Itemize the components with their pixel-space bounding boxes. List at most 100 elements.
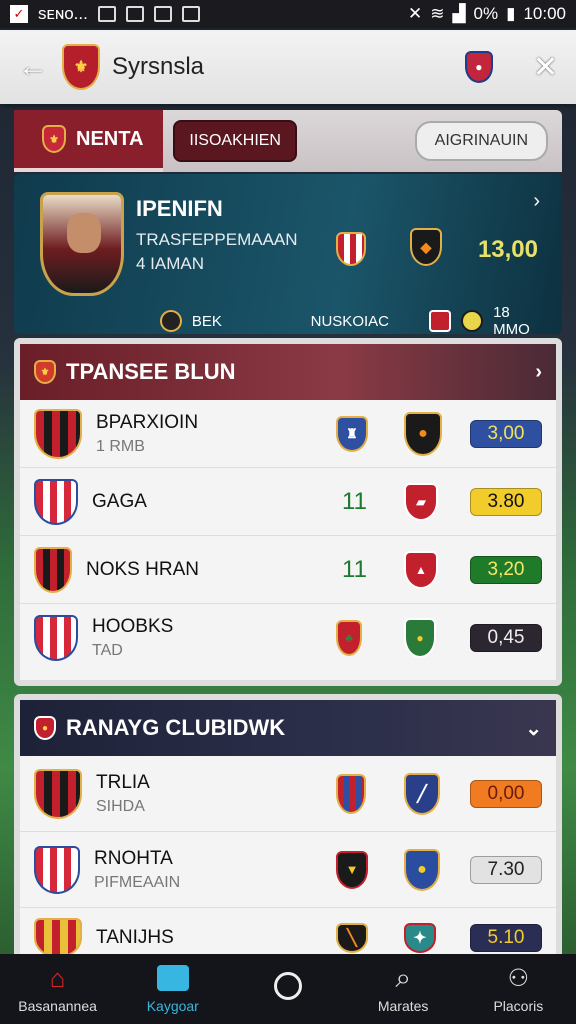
featured-transfer-card[interactable]: IPENIFN TRASFEPPEMAAAN 4 IAMAN › ◆ 13,00… — [14, 174, 562, 338]
app-bar: ← ⚜ Syrsnsla ● ✕ — [0, 30, 576, 104]
notification-icon — [97, 6, 116, 22]
shield-icon[interactable]: ● — [464, 51, 493, 83]
chevron-right-icon[interactable]: › — [533, 190, 540, 213]
tab-pill-2[interactable]: AIGRINAUIN — [414, 121, 548, 161]
odds-badge[interactable]: 3,00 — [470, 419, 542, 448]
wifi-icon: ≋ — [430, 4, 445, 23]
club-crest-icon — [34, 478, 78, 525]
panel-title: RANAYG CLUBIDWK — [66, 715, 286, 740]
club-badge-b: ✦ — [404, 923, 436, 953]
list-item[interactable]: TRLIA SIHDA ╱ 0,00 — [20, 756, 556, 832]
club-badge-a: ♜ — [336, 415, 368, 452]
panel-header[interactable]: ● RANAYG CLUBIDWK ⌄ — [20, 700, 556, 756]
clock: 10:00 — [523, 4, 566, 23]
list-item[interactable]: GAGA 11 ▰ 3.80 — [20, 468, 556, 536]
panel-header[interactable]: ⚜ TPANSEE BLUN › — [20, 344, 556, 400]
signal-icon: ▟ — [452, 4, 466, 23]
footer-item-1: BEK — [191, 312, 222, 330]
app-notification-icon: ✓ — [10, 5, 28, 23]
ranking-club-panel: ● RANAYG CLUBIDWK ⌄ TRLIA SIHDA ╱ 0,00 RN… — [14, 694, 562, 964]
item-subtitle: 1 RMB — [96, 437, 145, 455]
club-badge-to: ◆ — [410, 228, 442, 266]
nav-item-active[interactable]: Kaygoar — [118, 964, 228, 1014]
panel-crest-icon: ⚜ — [34, 360, 56, 384]
item-title: GAGA — [92, 490, 147, 512]
status-bar: ✓ sᴇɴᴏ... ✕ ≋ ▟ 0% ▮ 10:00 — [0, 0, 576, 28]
odds-badge[interactable]: 5.10 — [470, 924, 542, 952]
nav-item-home[interactable]: ⌂ Basanannea — [3, 963, 113, 1015]
club-badge-b: ▲ — [404, 550, 438, 589]
tv-icon — [156, 964, 189, 992]
players-icon: ⚇ — [507, 964, 530, 992]
list-item[interactable]: NOKS HRAN 11 ▲ 3,20 — [20, 536, 556, 604]
club-crest-icon — [34, 615, 78, 661]
photo-icon — [181, 6, 200, 22]
item-subtitle: PIFMEAAIN — [94, 873, 181, 891]
club-badge-b: ● — [404, 411, 442, 456]
club-crest-icon — [34, 408, 82, 459]
nav-label: Kaygoar — [146, 998, 199, 1014]
item-title: NOKS HRAN — [86, 558, 199, 580]
transfer-value: 13,00 — [477, 236, 538, 263]
tab-crest-icon: ⚜ — [42, 125, 66, 153]
odds-badge[interactable]: 3,20 — [470, 555, 542, 584]
coin-icon — [461, 310, 484, 332]
item-title: RNOHTA — [94, 847, 173, 869]
odds-badge[interactable]: 7.30 — [470, 855, 542, 884]
nav-label: Basanannea — [18, 998, 97, 1014]
odds-badge[interactable]: 3.80 — [470, 487, 542, 516]
close-icon[interactable]: ✕ — [533, 50, 558, 85]
club-crest-icon — [34, 768, 82, 819]
nav-label: Placoris — [493, 998, 544, 1014]
player-detail: 4 IAMAN — [136, 254, 205, 273]
calendar-icon — [153, 6, 172, 22]
player-subtitle: TRASFEPPEMAAAN — [136, 230, 298, 249]
bottom-navigation: ⌂ Basanannea Kaygoar ⌕ Marates ⚇ Placori… — [0, 954, 576, 1024]
tab-pill-1[interactable]: IISOAKHIEN — [173, 120, 297, 162]
circle-icon — [273, 972, 302, 1000]
club-badge-b: ● — [404, 848, 440, 891]
club-badge-a: ▼ — [336, 850, 368, 889]
back-arrow-icon[interactable]: ← — [18, 50, 62, 84]
tab-bar: ⚜ NENTA IISOAKHIEN AIGRINAUIN — [14, 110, 562, 172]
club-badge-b: ╱ — [404, 772, 440, 815]
club-crest-icon — [34, 918, 82, 958]
club-badge-a — [336, 773, 366, 814]
hero-footer: BEK NUSKOIAC 18 MMO — [160, 304, 550, 338]
club-badge-b: ● — [404, 618, 436, 658]
nav-item-search[interactable]: ⌕ Marates — [348, 962, 458, 1015]
mute-icon: ✕ — [407, 4, 423, 23]
player-avatar — [40, 192, 124, 296]
odds-badge[interactable]: 0,45 — [470, 624, 542, 652]
club-crest-icon — [34, 546, 72, 593]
club-badge-b: ▰ — [404, 482, 438, 521]
club-badge-a: ♣ — [336, 620, 362, 656]
club-badge-from — [336, 232, 366, 266]
chevron-down-icon[interactable]: ⌄ — [525, 716, 542, 741]
footer-item-3: 18 MMO — [493, 304, 530, 338]
item-count: 11 — [342, 555, 367, 583]
battery-percent: 0% — [473, 4, 499, 23]
item-title: HOOBKS — [92, 616, 174, 637]
item-subtitle: TAD — [92, 642, 123, 659]
nav-label: Marates — [377, 998, 429, 1014]
tab-active[interactable]: ⚜ NENTA — [14, 110, 164, 172]
nav-item-home-circle[interactable] — [233, 972, 343, 1006]
club-badge-a: ╲ — [336, 923, 368, 953]
item-subtitle: SIHDA — [96, 797, 145, 815]
status-left-text: sᴇɴᴏ... — [38, 4, 88, 23]
nav-item-players[interactable]: ⚇ Placoris — [463, 964, 573, 1015]
image-icon — [125, 6, 144, 22]
badge-icon — [429, 310, 452, 332]
battery-icon: ▮ — [506, 4, 516, 23]
list-item[interactable]: BPARXIOIN 1 RMB ♜ ● 3,00 — [20, 400, 556, 468]
list-item[interactable]: RNOHTA PIFMEAAIN ▼ ● 7.30 — [20, 832, 556, 908]
tab-active-label: NENTA — [76, 127, 144, 150]
app-title: Syrsnsla — [112, 53, 205, 80]
player-name: IPENIFN — [136, 196, 223, 221]
odds-badge[interactable]: 0,00 — [470, 779, 542, 808]
club-logo: ⚜ — [62, 44, 100, 90]
clock-icon — [160, 310, 182, 332]
chevron-right-icon[interactable]: › — [535, 361, 542, 384]
list-item[interactable]: HOOBKS TAD ♣ ● 0,45 — [20, 604, 556, 672]
